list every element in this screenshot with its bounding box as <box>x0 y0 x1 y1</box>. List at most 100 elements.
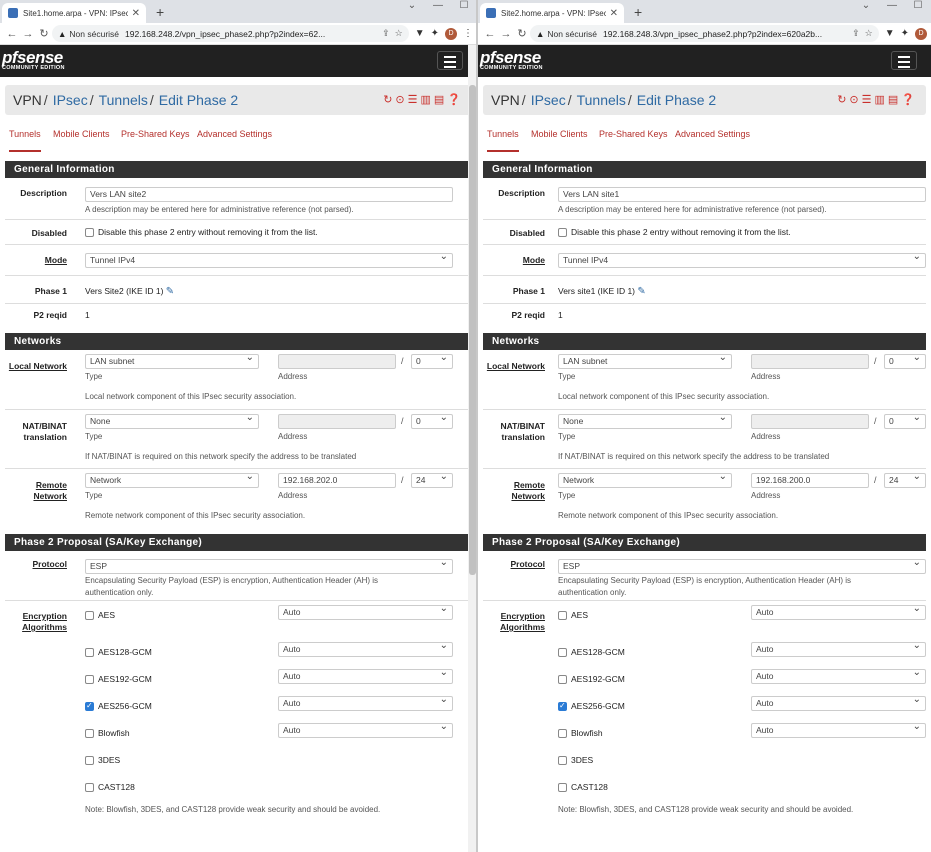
algo-checkbox-3des[interactable] <box>85 756 94 765</box>
breadcrumb-ipsec[interactable]: IPsec <box>53 92 88 108</box>
menu-dots-icon[interactable]: ⋮ <box>463 28 473 39</box>
breadcrumb-tunnels[interactable]: Tunnels <box>99 92 148 108</box>
remote-network-mask-select[interactable]: 24 <box>884 473 926 488</box>
chevron-down-icon[interactable]: ⌄ <box>853 0 879 12</box>
back-button[interactable]: ← <box>4 28 20 40</box>
remote-network-type-select[interactable]: Network <box>85 473 259 488</box>
keylen-select-aes256gcm[interactable]: Auto <box>278 696 453 711</box>
close-tab-icon[interactable]: ✕ <box>610 8 618 19</box>
algo-checkbox-cast128[interactable] <box>85 783 94 792</box>
breadcrumb-tunnels[interactable]: Tunnels <box>577 92 626 108</box>
url-field[interactable]: ▲ Non sécurisé 192.168.248.3/vpn_ipsec_p… <box>530 25 879 42</box>
disabled-checkbox[interactable] <box>558 228 567 237</box>
hamburger-menu-button[interactable] <box>437 51 463 70</box>
algo-checkbox-aes[interactable] <box>85 611 94 620</box>
puzzle-icon[interactable]: ✦ <box>901 28 909 39</box>
algo-checkbox-aes128gcm[interactable] <box>85 648 94 657</box>
pfsense-logo[interactable]: pfsense COMMUNITY EDITION <box>2 49 65 72</box>
breadcrumb-ipsec[interactable]: IPsec <box>531 92 566 108</box>
back-button[interactable]: ← <box>482 28 498 40</box>
hamburger-menu-button[interactable] <box>891 51 917 70</box>
algo-checkbox-aes192gcm[interactable] <box>85 675 94 684</box>
keylen-select-aes192gcm[interactable]: Auto <box>751 669 926 684</box>
tab-pre-shared-keys[interactable]: Pre-Shared Keys <box>121 129 190 139</box>
keylen-select-blowfish[interactable]: Auto <box>278 723 453 738</box>
profile-avatar[interactable]: D <box>915 27 927 40</box>
extension-icon[interactable]: ▼ <box>415 28 425 39</box>
disabled-checkbox[interactable] <box>85 228 94 237</box>
new-tab-button[interactable]: + <box>634 3 642 21</box>
remote-network-type-select[interactable]: Network <box>558 473 732 488</box>
remote-network-mask-select[interactable]: 24 <box>411 473 453 488</box>
tab-mobile-clients[interactable]: Mobile Clients <box>531 129 588 139</box>
protocol-select[interactable]: ESP <box>558 559 926 574</box>
new-tab-button[interactable]: + <box>156 3 164 21</box>
browser-tab[interactable]: Site2.home.arpa - VPN: IPsec: Tu ✕ <box>480 3 624 23</box>
star-icon[interactable]: ☆ <box>395 28 403 39</box>
reload-button[interactable]: ↻ <box>514 27 530 40</box>
tab-tunnels[interactable]: Tunnels <box>9 129 41 152</box>
remote-network-address-input[interactable]: 192.168.202.0 <box>278 473 396 488</box>
mode-select[interactable]: Tunnel IPv4 <box>85 253 453 268</box>
maximize-button[interactable]: ☐ <box>905 0 931 12</box>
algo-checkbox-blowfish[interactable] <box>85 729 94 738</box>
share-icon[interactable]: ⇪ <box>852 28 860 39</box>
algo-checkbox-blowfish[interactable] <box>558 729 567 738</box>
local-network-type-select[interactable]: LAN subnet <box>85 354 259 369</box>
tab-tunnels[interactable]: Tunnels <box>487 129 519 152</box>
close-tab-icon[interactable]: ✕ <box>132 8 140 19</box>
keylen-select-blowfish[interactable]: Auto <box>751 723 926 738</box>
breadcrumb-shortcut-icons[interactable]: ↻⊙☰▥▤❓ <box>383 93 464 106</box>
keylen-select-aes[interactable]: Auto <box>751 605 926 620</box>
keylen-select-aes192gcm[interactable]: Auto <box>278 669 453 684</box>
tab-pre-shared-keys[interactable]: Pre-Shared Keys <box>599 129 668 139</box>
keylen-select-aes[interactable]: Auto <box>278 605 453 620</box>
extension-icon[interactable]: ▼ <box>885 28 895 39</box>
minimize-button[interactable]: — <box>425 0 451 12</box>
description-input[interactable]: Vers LAN site1 <box>558 187 926 202</box>
keylen-select-aes128gcm[interactable]: Auto <box>278 642 453 657</box>
mode-select[interactable]: Tunnel IPv4 <box>558 253 926 268</box>
pencil-icon[interactable]: ✎ <box>166 286 174 297</box>
algo-checkbox-cast128[interactable] <box>558 783 567 792</box>
algo-checkbox-aes256gcm[interactable] <box>558 701 567 711</box>
reload-button[interactable]: ↻ <box>36 27 52 40</box>
nat-type-select[interactable]: None <box>85 414 259 429</box>
browser-tab[interactable]: Site1.home.arpa - VPN: IPsec: Tu ✕ <box>2 3 146 23</box>
keylen-select-aes128gcm[interactable]: Auto <box>751 642 926 657</box>
keylen-select-aes256gcm[interactable]: Auto <box>751 696 926 711</box>
algo-checkbox-aes128gcm[interactable] <box>558 648 567 657</box>
pencil-icon[interactable]: ✎ <box>637 286 645 297</box>
forward-button[interactable]: → <box>20 28 36 40</box>
breadcrumb-edit-phase2[interactable]: Edit Phase 2 <box>637 92 716 108</box>
breadcrumb-shortcut-icons[interactable]: ↻⊙☰▥▤❓ <box>837 93 918 106</box>
pfsense-logo[interactable]: pfsense COMMUNITY EDITION <box>480 49 543 72</box>
algo-checkbox-aes256gcm[interactable] <box>85 701 94 711</box>
algo-checkbox-aes[interactable] <box>558 611 567 620</box>
algo-checkbox-aes192gcm[interactable] <box>558 675 567 684</box>
phase1-link[interactable]: Vers site1 (IKE ID 1) ✎ <box>558 286 646 297</box>
profile-avatar[interactable]: D <box>445 27 457 40</box>
protocol-select[interactable]: ESP <box>85 559 453 574</box>
remote-network-address-input[interactable]: 192.168.200.0 <box>751 473 869 488</box>
puzzle-icon[interactable]: ✦ <box>431 28 439 39</box>
tab-mobile-clients[interactable]: Mobile Clients <box>53 129 110 139</box>
phase1-link[interactable]: Vers Site2 (IKE ID 1) ✎ <box>85 286 174 297</box>
scrollbar-thumb[interactable] <box>469 85 476 575</box>
networks-header: Networks <box>5 333 472 350</box>
local-network-type-select[interactable]: LAN subnet <box>558 354 732 369</box>
nat-address-caption: Address <box>278 432 308 441</box>
chevron-down-icon[interactable]: ⌄ <box>399 0 425 12</box>
share-icon[interactable]: ⇪ <box>382 28 390 39</box>
description-input[interactable]: Vers LAN site2 <box>85 187 453 202</box>
tab-advanced-settings[interactable]: Advanced Settings <box>675 129 750 139</box>
maximize-button[interactable]: ☐ <box>451 0 477 12</box>
minimize-button[interactable]: — <box>879 0 905 12</box>
forward-button[interactable]: → <box>498 28 514 40</box>
url-field[interactable]: ▲ Non sécurisé 192.168.248.2/vpn_ipsec_p… <box>52 25 409 42</box>
star-icon[interactable]: ☆ <box>865 28 873 39</box>
algo-checkbox-3des[interactable] <box>558 756 567 765</box>
breadcrumb-edit-phase2[interactable]: Edit Phase 2 <box>159 92 238 108</box>
nat-type-select[interactable]: None <box>558 414 732 429</box>
tab-advanced-settings[interactable]: Advanced Settings <box>197 129 272 139</box>
